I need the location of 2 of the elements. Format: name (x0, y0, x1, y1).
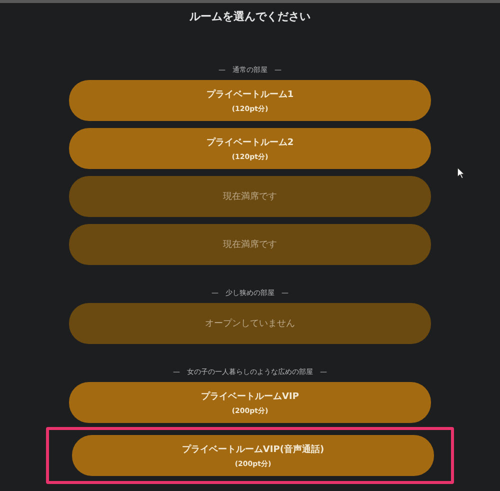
page-title: ルームを選んでください (188, 9, 312, 25)
mouse-cursor-icon (457, 167, 465, 179)
